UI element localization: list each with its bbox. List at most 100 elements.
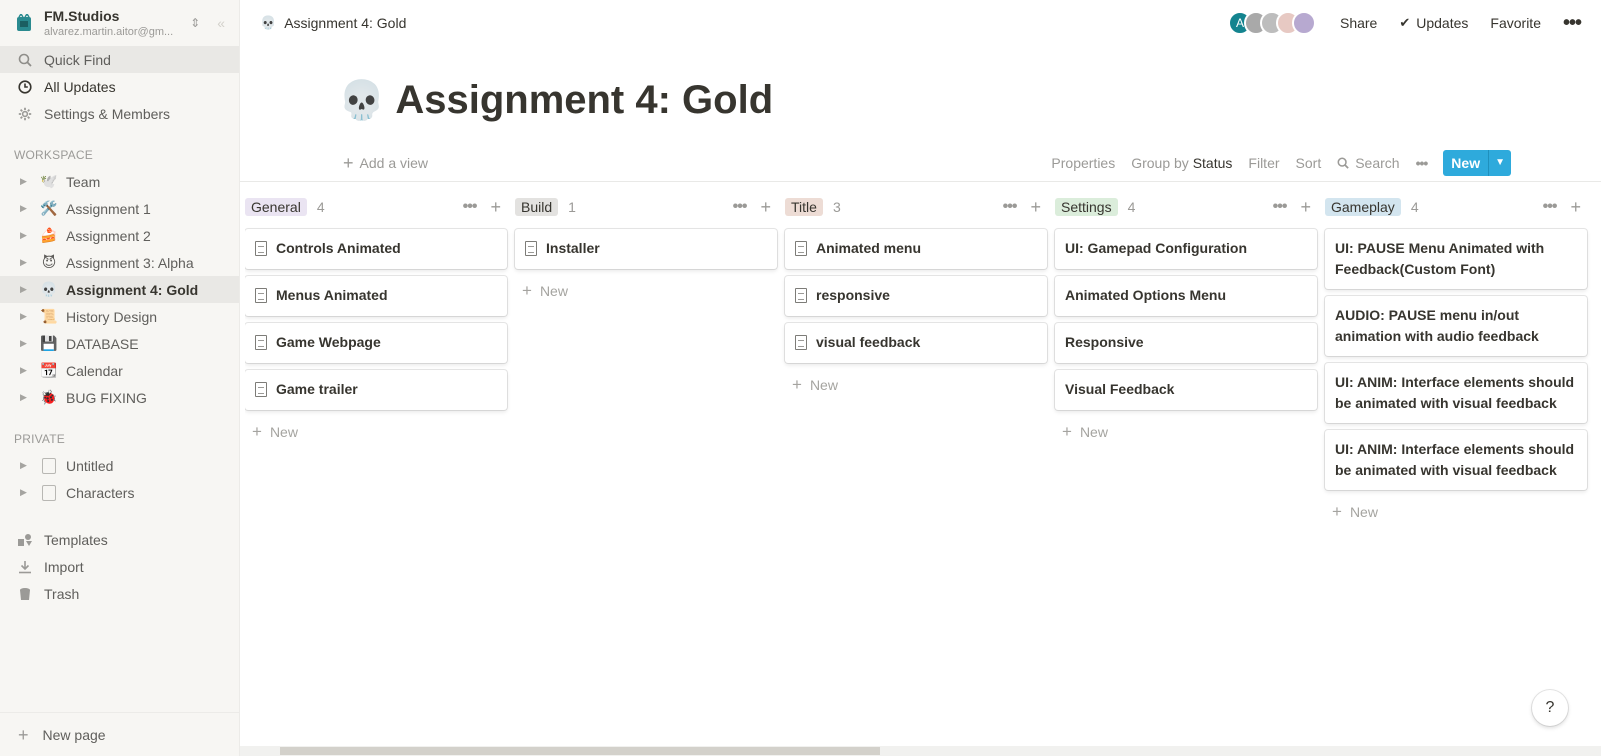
updates-button[interactable]: ✔ Updates <box>1395 13 1472 33</box>
status-tag[interactable]: Title <box>785 198 823 216</box>
board-card[interactable]: UI: ANIM: Interface elements should be a… <box>1325 363 1587 423</box>
card-title: responsive <box>816 287 890 303</box>
scroll-icon: 📜 <box>40 308 58 324</box>
add-view-button[interactable]: + Add a view <box>343 154 428 172</box>
expand-arrow-icon[interactable]: ▶ <box>20 284 32 295</box>
templates-icon <box>16 531 34 549</box>
board-card[interactable]: Game Webpage <box>245 323 507 363</box>
filter-button[interactable]: Filter <box>1248 155 1279 171</box>
plus-icon[interactable]: + <box>1570 198 1581 216</box>
page-title: 💀 Assignment 4: Gold <box>338 78 773 123</box>
expand-arrow-icon[interactable]: ▶ <box>20 365 32 376</box>
column-new-button[interactable]: + New <box>785 370 1047 399</box>
chevron-updown-icon[interactable]: ⇕ <box>187 16 203 30</box>
board-card[interactable]: Controls Animated <box>245 229 507 269</box>
properties-button[interactable]: Properties <box>1051 155 1115 171</box>
expand-arrow-icon[interactable]: ▶ <box>20 338 32 349</box>
help-button[interactable]: ? <box>1532 690 1568 726</box>
sidebar-item-untitled[interactable]: ▶ Untitled <box>0 452 239 479</box>
column-new-button[interactable]: + New <box>1055 417 1317 446</box>
expand-arrow-icon[interactable]: ▶ <box>20 487 32 498</box>
more-options-icon[interactable]: ••• <box>463 198 478 216</box>
nav-templates[interactable]: Templates <box>0 526 239 553</box>
expand-arrow-icon[interactable]: ▶ <box>20 392 32 403</box>
sidebar-item-history-design[interactable]: ▶ 📜 History Design <box>0 303 239 330</box>
expand-arrow-icon[interactable]: ▶ <box>20 257 32 268</box>
status-tag[interactable]: General <box>245 198 307 216</box>
avatar-group[interactable]: A <box>1227 11 1316 35</box>
sort-button[interactable]: Sort <box>1296 155 1322 171</box>
share-button[interactable]: Share <box>1336 13 1381 33</box>
board-card[interactable]: Installer <box>515 229 777 269</box>
sidebar-item-assignment-3[interactable]: ▶ 😈 Assignment 3: Alpha <box>0 249 239 276</box>
sidebar-item-database[interactable]: ▶ 💾 DATABASE <box>0 330 239 357</box>
board-card[interactable]: Visual Feedback <box>1055 370 1317 410</box>
board-card[interactable]: UI: Gamepad Configuration <box>1055 229 1317 269</box>
group-by-button[interactable]: Group by Status <box>1131 155 1232 171</box>
skull-icon[interactable]: 💀 <box>338 79 385 123</box>
plus-icon: + <box>252 422 262 441</box>
more-options-icon[interactable]: ••• <box>1273 198 1288 216</box>
chevron-down-icon[interactable]: ▼ <box>1488 149 1511 176</box>
more-options-icon[interactable]: ••• <box>733 198 748 216</box>
board-card[interactable]: Responsive <box>1055 323 1317 363</box>
expand-arrow-icon[interactable]: ▶ <box>20 203 32 214</box>
board-card[interactable]: responsive <box>785 276 1047 316</box>
sidebar-item-assignment-4[interactable]: ▶ 💀 Assignment 4: Gold <box>0 276 239 303</box>
expand-arrow-icon[interactable]: ▶ <box>20 176 32 187</box>
plus-icon[interactable]: + <box>1030 198 1041 216</box>
nav-all-updates[interactable]: All Updates <box>0 73 239 100</box>
column-new-button[interactable]: + New <box>1325 497 1587 526</box>
group-by-label: Group by <box>1131 154 1189 171</box>
new-page-button[interactable]: + New page <box>0 712 240 756</box>
expand-arrow-icon[interactable]: ▶ <box>20 230 32 241</box>
status-tag[interactable]: Settings <box>1055 198 1118 216</box>
search-button[interactable]: Search <box>1337 154 1400 171</box>
expand-arrow-icon[interactable]: ▶ <box>20 460 32 471</box>
more-options-icon[interactable]: ••• <box>1543 198 1558 216</box>
sidebar-item-assignment-1[interactable]: ▶ 🛠️ Assignment 1 <box>0 195 239 222</box>
workspace-switcher[interactable]: FM.Studios alvarez.martin.aitor@gm... ⇕ … <box>0 0 239 46</box>
plus-icon[interactable]: + <box>760 198 771 216</box>
new-button[interactable]: New ▼ <box>1443 149 1511 176</box>
more-options-icon[interactable]: ••• <box>1559 10 1585 37</box>
card-title: Animated menu <box>816 240 922 256</box>
status-tag[interactable]: Gameplay <box>1325 198 1401 216</box>
more-options-icon[interactable]: ••• <box>1416 155 1429 171</box>
sidebar-item-label: BUG FIXING <box>66 389 147 406</box>
dove-icon: 🕊️ <box>40 173 58 189</box>
board-card[interactable]: Menus Animated <box>245 276 507 316</box>
search-label: Search <box>1355 154 1400 171</box>
plus-icon[interactable]: + <box>490 198 501 216</box>
nav-import[interactable]: Import <box>0 553 239 580</box>
breadcrumb[interactable]: 💀 Assignment 4: Gold <box>260 15 406 31</box>
nav-settings[interactable]: Settings & Members <box>0 100 239 127</box>
sidebar-item-team[interactable]: ▶ 🕊️ Team <box>0 168 239 195</box>
more-options-icon[interactable]: ••• <box>1003 198 1018 216</box>
board-card[interactable]: UI: ANIM: Interface elements should be a… <box>1325 430 1587 490</box>
board-card[interactable]: AUDIO: PAUSE menu in/out animation with … <box>1325 296 1587 356</box>
sidebar-item-calendar[interactable]: ▶ 📆 Calendar <box>0 357 239 384</box>
sidebar-item-assignment-2[interactable]: ▶ 🍰 Assignment 2 <box>0 222 239 249</box>
column-new-button[interactable]: + New <box>515 276 777 305</box>
horizontal-scrollbar[interactable] <box>240 746 1601 756</box>
board-card[interactable]: Animated menu <box>785 229 1047 269</box>
sidebar-item-characters[interactable]: ▶ Characters <box>0 479 239 506</box>
collapse-sidebar-icon[interactable]: « <box>217 15 225 31</box>
nav-trash[interactable]: Trash <box>0 580 239 607</box>
board-card[interactable]: visual feedback <box>785 323 1047 363</box>
column-new-button[interactable]: + New <box>245 417 507 446</box>
board-card[interactable]: Game trailer <box>245 370 507 410</box>
sidebar-item-bug-fixing[interactable]: ▶ 🐞 BUG FIXING <box>0 384 239 411</box>
new-button-label[interactable]: New <box>1443 150 1488 176</box>
expand-arrow-icon[interactable]: ▶ <box>20 311 32 322</box>
board-card[interactable]: UI: PAUSE Menu Animated with Feedback(Cu… <box>1325 229 1587 289</box>
card-title: Game Webpage <box>276 334 381 350</box>
board-card[interactable]: Animated Options Menu <box>1055 276 1317 316</box>
plus-icon[interactable]: + <box>1300 198 1311 216</box>
page-title-text[interactable]: Assignment 4: Gold <box>395 78 773 123</box>
favorite-button[interactable]: Favorite <box>1486 13 1545 33</box>
scrollbar-thumb[interactable] <box>280 747 880 755</box>
nav-quick-find[interactable]: Quick Find <box>0 46 239 73</box>
status-tag[interactable]: Build <box>515 198 559 216</box>
